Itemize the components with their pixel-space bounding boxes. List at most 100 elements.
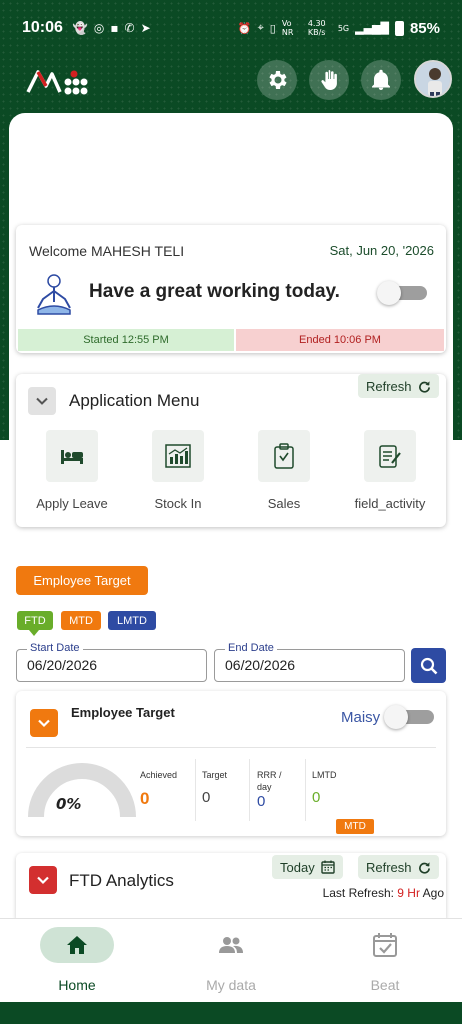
checklist-icon — [379, 445, 401, 468]
collapse-target-button[interactable] — [30, 709, 58, 737]
snapchat-icon: 👻 — [72, 21, 88, 35]
end-date-field[interactable]: End Date 06/20/2026 — [214, 642, 405, 682]
nav-my-data[interactable]: My data — [154, 927, 308, 993]
chip-lmtd[interactable]: LMTD — [108, 611, 156, 630]
nav-icon-wrap — [194, 927, 268, 963]
menu-label: Sales — [267, 496, 301, 511]
meditation-icon — [37, 274, 71, 315]
metric-value: 0 — [140, 789, 150, 808]
metric-target: Target 0 — [202, 769, 227, 806]
target-gauge — [28, 763, 136, 818]
alarm-icon: ⏰ — [237, 21, 252, 35]
work-status-toggle[interactable] — [377, 281, 429, 305]
system-gesture-bar — [0, 1002, 462, 1024]
status-indicators: ⏰ ⌖ ▯ Vo NR 4.30 KB/s 5G ▂▄▆█ 85% — [238, 19, 440, 37]
start-date-value: 06/20/2026 — [27, 657, 98, 673]
gauge-percent: 0% — [56, 795, 82, 813]
attendance-button[interactable] — [309, 60, 349, 100]
end-date-label: End Date — [225, 642, 277, 654]
settings-button[interactable] — [257, 60, 297, 100]
chevron-down-icon — [37, 876, 49, 885]
chip-mtd[interactable]: MTD — [61, 611, 101, 630]
profile-avatar[interactable] — [414, 60, 452, 98]
application-menu-title: Application Menu — [69, 391, 200, 410]
metric-achieved: Achieved 0 — [140, 769, 177, 809]
today-label: Today — [280, 859, 315, 875]
toggle-knob — [384, 705, 408, 729]
employee-target-title: Employee Target — [71, 705, 175, 720]
current-date: Sat, Jun 20, '2026 — [329, 243, 434, 258]
menu-icon-box — [46, 430, 98, 482]
home-icon — [67, 936, 87, 954]
search-icon — [420, 657, 437, 674]
people-icon — [219, 937, 243, 953]
menu-label: field_activity — [354, 496, 426, 511]
menu-label: Apply Leave — [36, 496, 108, 511]
chip-ftd[interactable]: FTD — [17, 611, 53, 636]
menu-apply-leave[interactable]: Apply Leave — [22, 430, 122, 511]
calendar-icon — [321, 860, 335, 874]
search-button[interactable] — [411, 648, 446, 683]
employee-target-card: Employee Target Maisy 0% Achieved 0 Targ… — [16, 691, 446, 836]
refresh-label: Refresh — [366, 859, 412, 875]
metric-label: LMTD — [312, 770, 337, 780]
maisy-toggle[interactable] — [384, 705, 436, 729]
start-date-field[interactable]: Start Date 06/20/2026 — [16, 642, 207, 682]
metric-value: 0 — [202, 789, 211, 806]
bed-icon — [61, 450, 83, 464]
collapse-ftd-button[interactable] — [29, 866, 57, 894]
refresh-icon — [418, 380, 430, 393]
app-menu-refresh-button[interactable]: Refresh — [358, 374, 439, 398]
bottom-navigation: Home My data Beat — [0, 918, 462, 1002]
menu-icon-box — [152, 430, 204, 482]
refresh-icon — [418, 861, 430, 874]
nav-beat[interactable]: Beat — [308, 927, 462, 993]
ftd-refresh-button[interactable]: Refresh — [358, 855, 439, 879]
metric-label: Achieved — [140, 770, 178, 780]
menu-sales[interactable]: Sales — [234, 430, 334, 511]
ftd-analytics-card: FTD Analytics Today Refresh Last Refresh… — [16, 853, 446, 923]
signal-type: 5G — [337, 23, 350, 33]
today-button[interactable]: Today — [272, 855, 343, 879]
vibrate-icon: ▯ — [269, 21, 276, 35]
gear-icon — [269, 71, 287, 89]
maisy-label: Maisy — [341, 709, 381, 726]
signal-icon: ▂▄▆█ — [355, 21, 389, 35]
notification-icons: 👻 ◎ ▪ ✆ ➤ — [73, 21, 151, 35]
mtd-tag: MTD — [336, 819, 374, 834]
metric-lmtd: LMTD 0 — [312, 769, 337, 806]
separator — [249, 759, 250, 821]
menu-icon-box — [258, 430, 310, 482]
collapse-app-menu-button[interactable] — [28, 387, 56, 415]
hand-icon — [321, 70, 337, 90]
last-refresh-suffix: Ago — [422, 886, 444, 900]
welcome-card: Welcome MAHESH TELI Sat, Jun 20, '2026 H… — [16, 225, 446, 353]
location-icon: ⌖ — [257, 21, 264, 34]
brand-logo — [26, 70, 88, 95]
status-bar: 10:06 👻 ◎ ▪ ✆ ➤ ⏰ ⌖ ▯ Vo NR 4.30 KB/s 5G… — [0, 0, 462, 56]
nav-icon-wrap — [348, 927, 422, 963]
last-refresh-hours: 9 Hr — [397, 886, 420, 900]
welcome-user: Welcome MAHESH TELI — [29, 243, 185, 259]
separator — [195, 759, 196, 821]
nav-label: My data — [206, 977, 256, 993]
status-time: 10:06 — [22, 19, 63, 36]
clipboard-icon — [274, 443, 294, 469]
whatsapp-icon: ✆ — [124, 21, 135, 35]
nav-home[interactable]: Home — [0, 927, 154, 993]
greeting-message: Have a great working today. — [89, 281, 340, 302]
last-refresh-prefix: Last Refresh: — [322, 886, 394, 900]
start-date-label: Start Date — [27, 642, 83, 654]
metric-value: 0 — [312, 789, 321, 806]
menu-field-activity[interactable]: field_activity — [340, 430, 440, 511]
battery-percent: 85% — [409, 19, 440, 37]
menu-stock-in[interactable]: Stock In — [128, 430, 228, 511]
metric-label: RRR / day — [257, 770, 282, 792]
nav-label: Home — [58, 977, 96, 993]
toggle-knob — [377, 281, 401, 305]
started-time: Started 12:55 PM — [18, 329, 234, 351]
notifications-button[interactable] — [361, 60, 401, 100]
chevron-down-icon — [36, 397, 48, 405]
network-type: Vo NR — [281, 19, 294, 37]
employee-target-button[interactable]: Employee Target — [16, 566, 148, 595]
